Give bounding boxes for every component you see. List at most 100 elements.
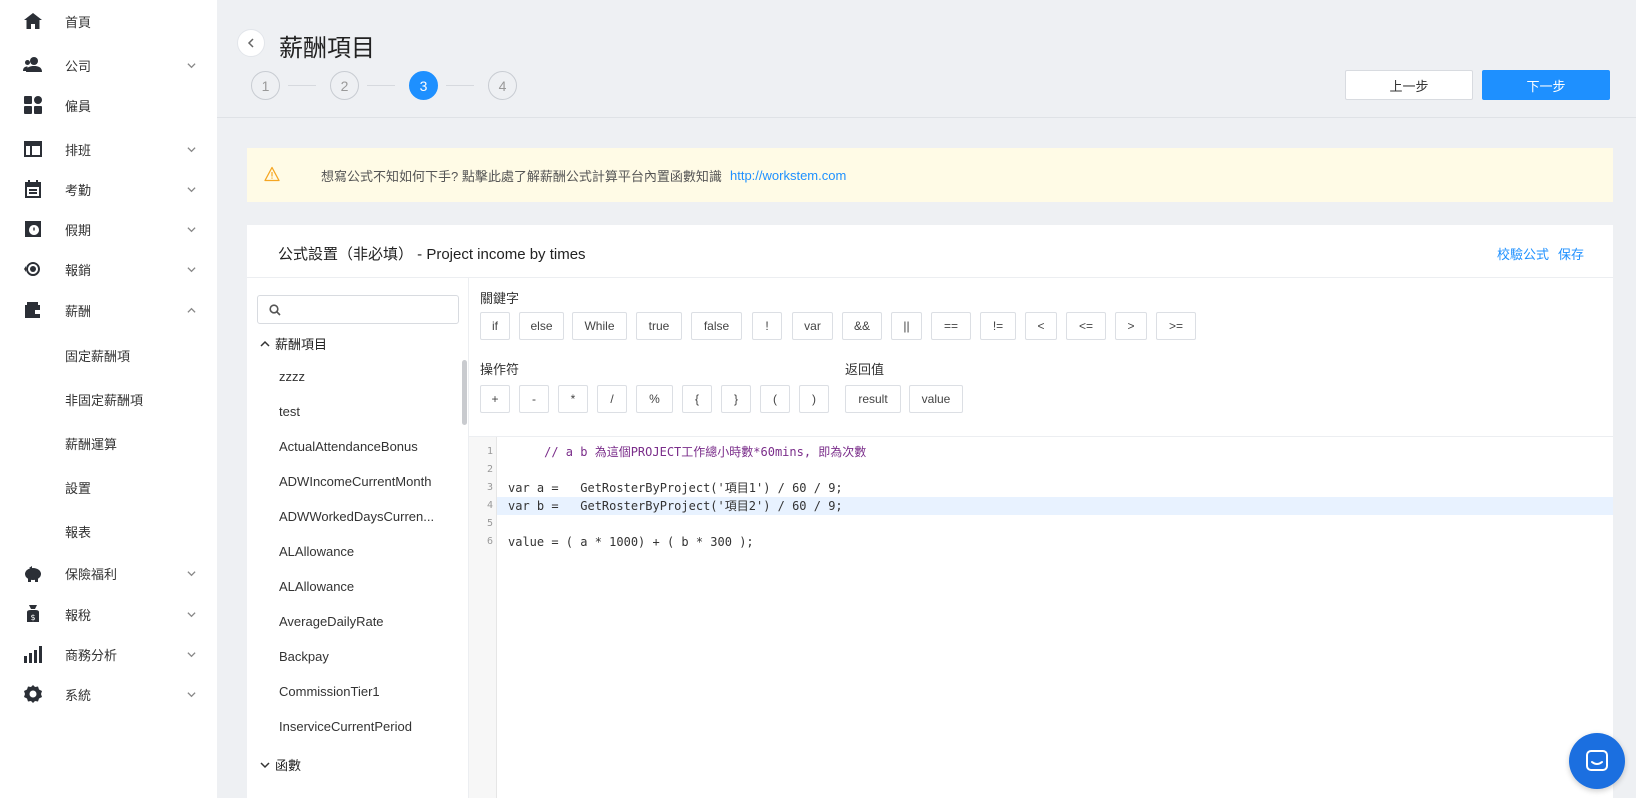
return-result-button[interactable]: result [845,385,901,413]
calendar-icon [22,178,44,200]
keyword-less-than-button[interactable]: < [1025,312,1057,340]
sidebar-item-label: 系統 [65,687,92,703]
prev-step-button[interactable]: 上一步 [1345,70,1473,100]
tree-group-payroll-items[interactable]: 薪酬項目 [260,334,327,353]
sidebar-item-home[interactable]: 首頁 [0,1,217,41]
tree-item[interactable]: ADWIncomeCurrentMonth [279,474,431,489]
keyword-while-button[interactable]: While [572,312,627,340]
keyword-if-button[interactable]: if [480,312,510,340]
step-4[interactable]: 4 [488,71,517,100]
grid-icon [22,94,44,116]
operator-minus-button[interactable]: - [519,385,549,413]
sidebar-item-tax[interactable]: $ 報稅 [0,594,217,634]
tree-item[interactable]: Backpay [279,649,329,664]
sidebar-item-analytics[interactable]: 商務分析 [0,634,217,674]
sidebar-item-insurance[interactable]: 保險福利 [0,553,217,593]
keyword-or-button[interactable]: || [891,312,922,340]
sidebar-subitem-payroll-run[interactable]: 薪酬運算 [65,434,117,453]
step-2[interactable]: 2 [330,71,359,100]
svg-text:$: $ [30,613,35,622]
code-editor[interactable]: 1 2 3 4 5 6 // a b 為這個PROJECT工作總小時數*60mi… [469,436,1613,798]
chevron-down-icon [186,60,196,70]
search-icon [269,304,281,316]
line-number: 2 [486,464,493,475]
sidebar-item-expense[interactable]: 報銷 [0,249,217,289]
code-line[interactable] [497,515,1613,533]
keyword-greater-than-button[interactable]: > [1115,312,1147,340]
sidebar-item-label: 假期 [65,222,92,238]
tree-group-functions[interactable]: 函數 [260,755,301,774]
tree-scrollbar[interactable] [462,360,467,425]
sidebar-item-leave[interactable]: 假期 [0,209,217,249]
chevron-left-icon [247,38,254,48]
keywords-label: 關鍵字 [480,291,520,306]
help-link[interactable]: http://workstem.com [730,168,846,183]
tree-item[interactable]: ADWWorkedDaysCurren... [279,509,434,524]
tree-item[interactable]: ALAllowance [279,579,354,594]
code-line[interactable] [497,461,1613,479]
sidebar-subitem-reports[interactable]: 報表 [65,522,91,541]
line-number: 6 [486,536,493,547]
step-3[interactable]: 3 [409,71,438,100]
variable-search[interactable] [257,295,459,324]
chevron-up-icon [260,340,270,347]
tree-item[interactable]: AverageDailyRate [279,614,384,629]
tree-group-label: 函數 [275,758,302,773]
code-line[interactable]: // a b 為這個PROJECT工作總小時數*60mins, 即為次數 [497,443,1613,461]
sidebar-item-label: 保險福利 [65,566,118,582]
operator-open-brace-button[interactable]: { [682,385,712,413]
sidebar-item-attendance[interactable]: 考勤 [0,169,217,209]
tree-item[interactable]: InserviceCurrentPeriod [279,719,412,734]
operator-close-paren-button[interactable]: ) [799,385,829,413]
save-link[interactable]: 保存 [1558,244,1584,263]
sidebar-subitem-variable-pay[interactable]: 非固定薪酬項 [65,390,143,409]
chevron-down-icon [186,689,196,699]
keyword-not-equal-button[interactable]: != [980,312,1016,340]
back-button[interactable] [237,29,265,57]
sidebar-subitem-fixed-pay[interactable]: 固定薪酬項 [65,346,130,365]
tree-item[interactable]: test [279,404,300,419]
keyword-greater-equal-button[interactable]: >= [1156,312,1196,340]
line-number: 3 [486,482,493,493]
return-values-label: 返回值 [845,362,885,377]
return-value-button[interactable]: value [909,385,963,413]
sidebar-item-label: 僱員 [65,98,92,114]
tree-item[interactable]: ALAllowance [279,544,354,559]
code-line-active[interactable]: var b = GetRosterByProject('項目2') / 60 /… [497,497,1613,515]
code-line[interactable]: var a = GetRosterByProject('項目1') / 60 /… [497,479,1613,497]
keyword-equal-button[interactable]: == [931,312,971,340]
validate-formula-link[interactable]: 校驗公式 [1497,244,1549,263]
sidebar-item-system[interactable]: 系統 [0,674,217,714]
code-line[interactable]: value = ( a * 1000) + ( b * 300 ); [497,533,1613,551]
operator-multiply-button[interactable]: * [558,385,588,413]
sidebar-item-company[interactable]: 公司 [0,45,217,85]
sidebar-item-payroll[interactable]: 薪酬 [0,290,217,330]
tree-group-label: 薪酬項目 [275,337,328,352]
tree-item[interactable]: ActualAttendanceBonus [279,439,418,454]
chat-launcher-button[interactable] [1569,733,1625,789]
keyword-var-button[interactable]: var [792,312,833,340]
tree-item[interactable]: zzzz [279,369,305,384]
variable-search-input[interactable] [288,300,453,320]
sidebar-subitem-settings[interactable]: 設置 [65,478,91,497]
sidebar-item-roster[interactable]: 排班 [0,129,217,169]
keyword-else-button[interactable]: else [519,312,564,340]
operator-open-paren-button[interactable]: ( [760,385,790,413]
keyword-true-button[interactable]: true [636,312,682,340]
sidebar-item-employee[interactable]: 僱員 [0,85,217,125]
keyword-less-equal-button[interactable]: <= [1066,312,1106,340]
keyword-not-button[interactable]: ! [752,312,782,340]
step-1[interactable]: 1 [251,71,280,100]
next-step-button[interactable]: 下一步 [1482,70,1610,100]
step-divider [446,85,474,86]
operator-close-brace-button[interactable]: } [721,385,751,413]
tree-item[interactable]: CommissionTier1 [279,684,380,699]
sidebar-item-label: 公司 [65,58,92,74]
wallet-icon [22,299,44,321]
operator-plus-button[interactable]: + [480,385,510,413]
keyword-false-button[interactable]: false [691,312,742,340]
keyword-and-button[interactable]: && [842,312,882,340]
chevron-down-icon [186,184,196,194]
operator-divide-button[interactable]: / [597,385,627,413]
operator-modulo-button[interactable]: % [636,385,673,413]
